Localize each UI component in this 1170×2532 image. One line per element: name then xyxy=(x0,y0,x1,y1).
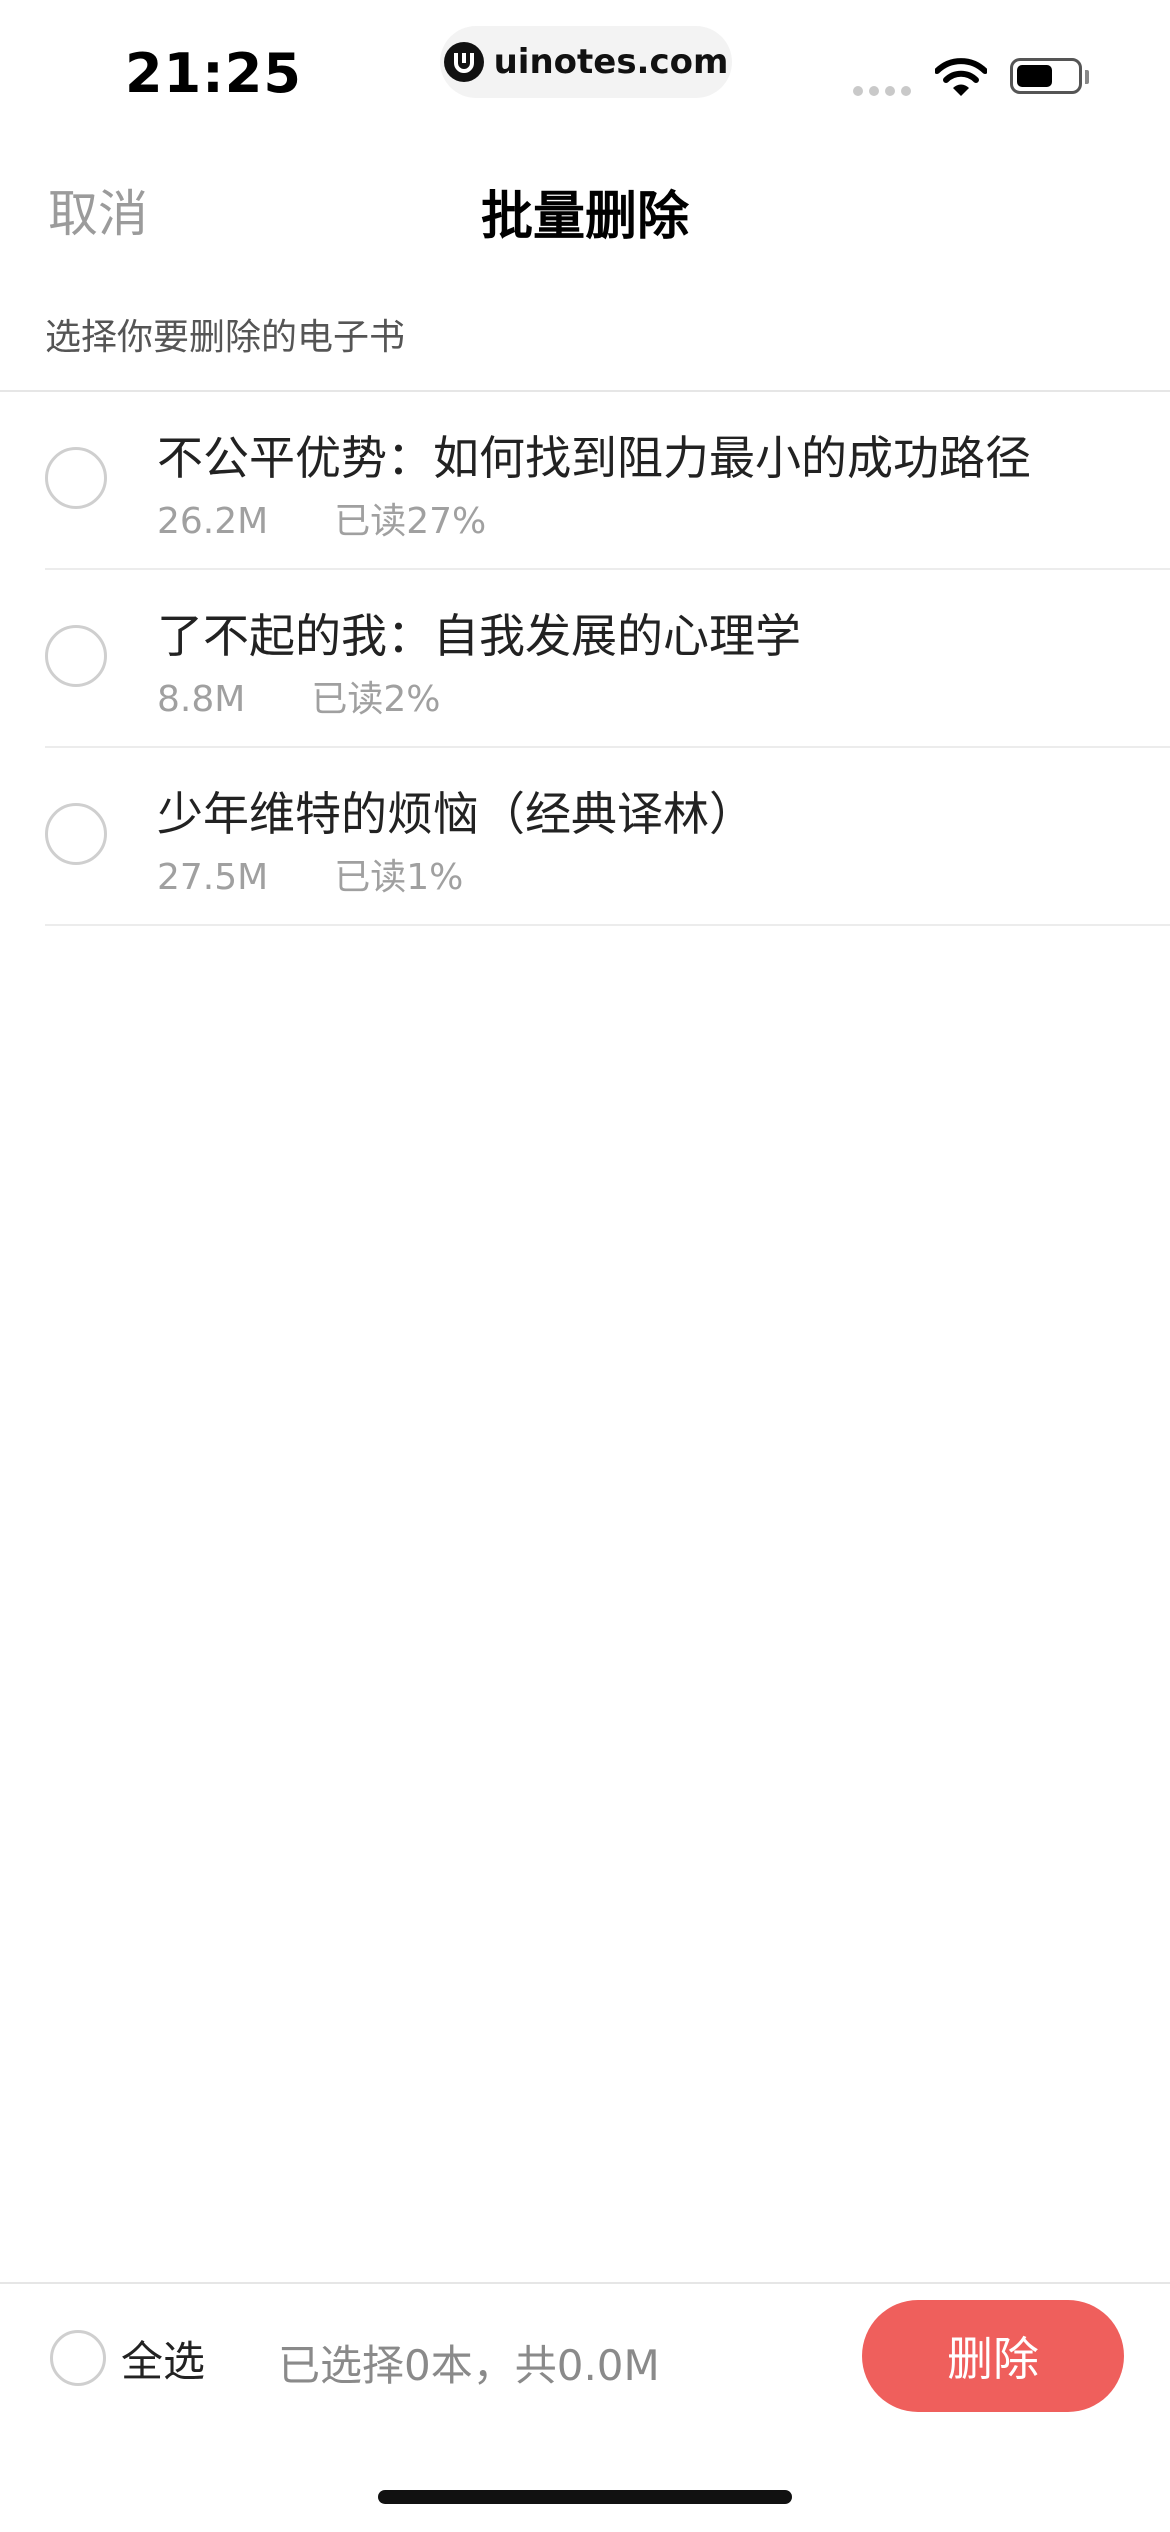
cellular-signal-icon xyxy=(853,86,911,96)
book-row[interactable]: 了不起的我：自我发展的心理学 8.8M 已读2% xyxy=(45,570,1170,748)
instruction-text: 选择你要删除的电子书 xyxy=(45,317,406,358)
url-text: uinotes.com xyxy=(493,42,729,82)
book-size: 27.5M xyxy=(157,857,269,898)
book-select-radio[interactable] xyxy=(45,625,107,687)
select-all-radio[interactable] xyxy=(50,2330,106,2386)
url-pill: uinotes.com xyxy=(440,26,732,98)
book-progress: 已读27% xyxy=(334,501,487,542)
book-title: 少年维特的烦恼（经典译林） xyxy=(157,787,755,841)
batch-delete-screen: 21:25 uinotes.com 取消 批量删除 选择你要删除的电子书 不公平… xyxy=(0,0,1170,2532)
home-indicator xyxy=(378,2490,792,2504)
page-title: 批量删除 xyxy=(480,187,689,247)
book-row[interactable]: 不公平优势：如何找到阻力最小的成功路径 26.2M 已读27% xyxy=(45,392,1170,570)
book-list: 不公平优势：如何找到阻力最小的成功路径 26.2M 已读27% 了不起的我：自我发… xyxy=(0,392,1170,926)
book-title: 不公平优势：如何找到阻力最小的成功路径 xyxy=(157,431,1031,485)
battery-level xyxy=(1017,65,1052,87)
book-meta: 27.5M 已读1% xyxy=(157,848,463,900)
book-size: 8.8M xyxy=(157,679,246,720)
book-progress: 已读2% xyxy=(311,679,441,720)
selection-summary: 已选择0本，共0.0M xyxy=(278,2341,660,2390)
battery-icon xyxy=(1010,58,1082,94)
book-select-radio[interactable] xyxy=(45,803,107,865)
book-select-radio[interactable] xyxy=(45,447,107,509)
select-all-label: 全选 xyxy=(121,2336,206,2386)
bottom-divider xyxy=(0,2282,1170,2284)
book-row[interactable]: 少年维特的烦恼（经典译林） 27.5M 已读1% xyxy=(45,748,1170,926)
battery-cap xyxy=(1085,70,1089,84)
wifi-icon xyxy=(934,58,988,102)
delete-button[interactable]: 删除 xyxy=(862,2300,1124,2412)
book-size: 26.2M xyxy=(157,501,269,542)
uinotes-logo-icon xyxy=(443,42,484,82)
select-all-toggle[interactable]: 全选 xyxy=(50,2328,205,2388)
book-meta: 8.8M 已读2% xyxy=(157,670,440,722)
book-title: 了不起的我：自我发展的心理学 xyxy=(157,609,801,663)
book-meta: 26.2M 已读27% xyxy=(157,492,486,544)
nav-bar: 取消 批量删除 xyxy=(0,150,1170,260)
status-bar: 21:25 uinotes.com xyxy=(0,0,1170,140)
status-time: 21:25 xyxy=(125,42,302,105)
book-progress: 已读1% xyxy=(334,857,464,898)
